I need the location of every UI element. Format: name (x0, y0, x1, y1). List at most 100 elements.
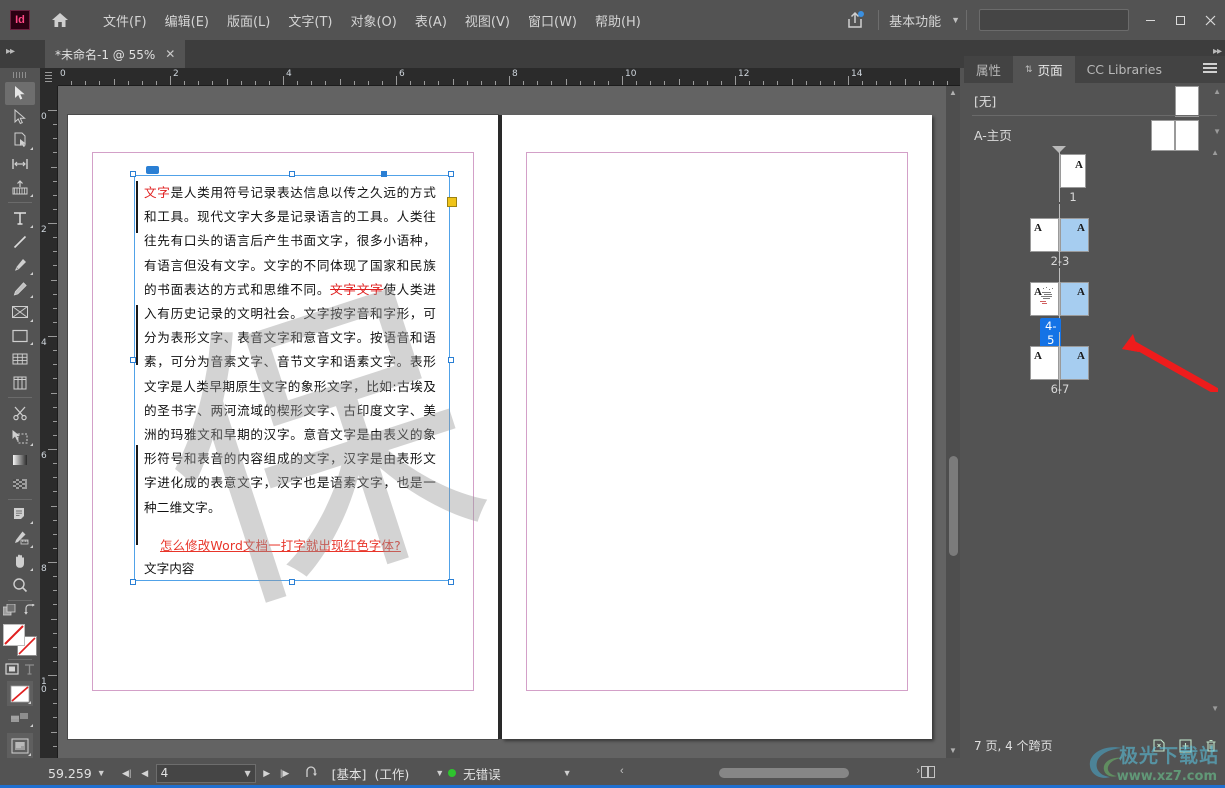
menu-view[interactable]: 视图(V) (456, 8, 519, 33)
document-canvas[interactable]: 文字是人类用符号记录表达信息以传之久远的方式和工具。现代文字大多是记录语言的工具… (58, 86, 946, 758)
master-a-label[interactable]: A-主页 (974, 125, 1012, 144)
master-page-indicator-icon[interactable] (1052, 146, 1066, 153)
menu-window[interactable]: 窗口(W) (519, 8, 586, 33)
canvas-horizontal-scrollbar[interactable]: ‹ › (620, 765, 936, 781)
preflight-profile-icon[interactable] (304, 766, 320, 780)
zoom-tool[interactable] (5, 573, 35, 597)
menu-table[interactable]: 表(A) (406, 8, 456, 33)
text-frame[interactable]: 文字是人类用符号记录表达信息以传之久远的方式和工具。现代文字大多是记录语言的工具… (130, 166, 457, 585)
pages-list[interactable]: A 1 A A 2-3 A A 4-5 A A 6-7 ▲ ▼ (964, 146, 1225, 721)
search-input[interactable] (979, 9, 1129, 31)
scroll-down-icon[interactable]: ▼ (946, 744, 960, 758)
hand-tool[interactable] (5, 550, 35, 574)
spread-label-6-7[interactable]: 6-7 (1037, 382, 1083, 396)
zoom-chevron-icon[interactable]: ▼ (97, 768, 106, 778)
document-tab[interactable]: *未命名-1 @ 55% ✕ (45, 40, 186, 68)
style-work-label[interactable]: (工作) (374, 764, 409, 783)
column-grid-tool[interactable] (5, 371, 35, 395)
minimize-button[interactable] (1135, 7, 1165, 33)
gradient-button[interactable] (5, 706, 35, 730)
style-basic-label[interactable]: [基本] (332, 764, 367, 783)
page-thumb-7[interactable]: A (1060, 346, 1089, 380)
home-icon[interactable] (40, 0, 80, 40)
note-tool[interactable] (5, 502, 35, 526)
handle-bc[interactable] (289, 579, 295, 585)
page-thumb-2[interactable]: A (1030, 218, 1059, 252)
line-tool[interactable] (5, 230, 35, 254)
gradient-swatch-tool[interactable] (5, 448, 35, 472)
apply-object-icon[interactable] (2, 603, 17, 621)
menu-file[interactable]: 文件(F) (94, 8, 156, 33)
zoom-level[interactable]: 59.259 (48, 766, 92, 781)
free-transform-tool[interactable] (5, 425, 35, 449)
page-tool[interactable] (5, 129, 35, 153)
handle-bl[interactable] (130, 579, 136, 585)
handle-tc2[interactable] (381, 171, 387, 177)
chevron-down-icon[interactable]: ▼ (951, 15, 960, 25)
masters-scroll-down-icon[interactable]: ▼ (1213, 127, 1221, 136)
formatting-affects-text-icon[interactable] (24, 663, 35, 678)
gap-tool[interactable] (5, 152, 35, 176)
type-tool[interactable] (5, 206, 35, 230)
vertical-scroll-thumb[interactable] (949, 456, 958, 556)
first-page-button[interactable]: ◀| (118, 764, 136, 782)
error-chevron-icon[interactable]: ▼ (563, 768, 572, 778)
pencil-tool[interactable] (5, 277, 35, 301)
scissors-tool[interactable] (5, 401, 35, 425)
page-thumb-4[interactable]: A (1030, 282, 1059, 316)
gradient-feather-tool[interactable] (5, 472, 35, 496)
horizontal-scroll-thumb[interactable] (719, 768, 849, 778)
menu-help[interactable]: 帮助(H) (586, 8, 650, 33)
swap-fill-stroke-icon[interactable] (24, 603, 37, 620)
pages-scroll-up-icon[interactable]: ▲ (1211, 148, 1219, 157)
masters-scroll-up-icon[interactable]: ▲ (1213, 87, 1221, 96)
direct-selection-tool[interactable] (5, 105, 35, 129)
ruler-origin-corner[interactable] (40, 68, 58, 86)
text-outport-icon[interactable] (447, 197, 457, 207)
frame-tool[interactable] (5, 300, 35, 324)
content-collector-tool[interactable] (5, 176, 35, 200)
rectangle-tool[interactable] (5, 324, 35, 348)
screen-mode-button[interactable] (7, 733, 33, 758)
spread-label-2-3[interactable]: 2-3 (1037, 254, 1083, 268)
pen-tool[interactable] (5, 253, 35, 277)
spread-label-1[interactable]: 1 (1050, 190, 1096, 204)
prev-page-button[interactable]: ◀ (136, 764, 154, 782)
spread-view-icon[interactable] (921, 766, 936, 781)
handle-tl[interactable] (130, 171, 136, 177)
last-page-button[interactable]: |▶ (276, 764, 294, 782)
toolbar-grip[interactable] (13, 72, 27, 78)
menu-layout[interactable]: 版面(L) (218, 8, 279, 33)
tab-cc-libraries[interactable]: CC Libraries (1075, 56, 1174, 83)
close-icon[interactable]: ✕ (165, 47, 175, 61)
handle-tc[interactable] (289, 171, 295, 177)
page-dropdown-icon[interactable]: ▼ (245, 769, 251, 778)
tab-pages[interactable]: ⇅ 页面 (1013, 56, 1075, 83)
handle-br[interactable] (448, 579, 454, 585)
page-thumb-5[interactable]: A (1060, 282, 1089, 316)
collapse-toolbar-icon[interactable]: ▸▸ (6, 46, 15, 57)
page-number-field[interactable]: 4 ▼ (155, 763, 256, 783)
red-underlined-link[interactable]: 怎么修改Word文档一打字就出现红色字体? (160, 534, 436, 558)
formatting-affects-container-icon[interactable] (5, 662, 19, 679)
fill-stroke-control[interactable] (3, 623, 37, 656)
grid-tool[interactable] (5, 347, 35, 371)
scroll-up-icon[interactable]: ▲ (946, 86, 960, 100)
hscroll-track[interactable] (634, 768, 920, 778)
master-none-thumb[interactable] (1175, 86, 1199, 117)
tab-properties[interactable]: 属性 (964, 56, 1013, 83)
fill-swatch[interactable] (3, 623, 25, 646)
horizontal-ruler[interactable]: 0246810121416 (40, 68, 960, 86)
body-text[interactable]: 文字是人类用符号记录表达信息以传之久远的方式和工具。现代文字大多是记录语言的工具… (144, 181, 436, 558)
page-4[interactable]: 文字是人类用符号记录表达信息以传之久远的方式和工具。现代文字大多是记录语言的工具… (68, 115, 517, 739)
eyedropper-tool[interactable] (5, 526, 35, 550)
workspace-name[interactable]: 基本功能 (885, 11, 945, 30)
menu-type[interactable]: 文字(T) (279, 8, 341, 33)
page-5[interactable] (502, 115, 932, 739)
handle-tr[interactable] (448, 171, 454, 177)
hscroll-right-icon[interactable]: › (916, 765, 920, 777)
menu-object[interactable]: 对象(O) (341, 8, 405, 33)
page-thumb-3[interactable]: A (1060, 218, 1089, 252)
canvas-vertical-scrollbar[interactable]: ▲ ▼ (946, 86, 960, 758)
none-color-button[interactable] (7, 681, 33, 706)
